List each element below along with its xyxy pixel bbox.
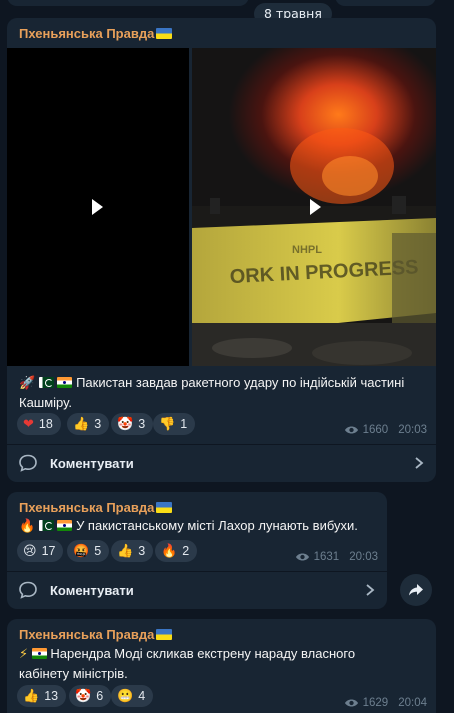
comment-bubble-icon bbox=[19, 581, 37, 599]
crying-face-icon: 😢 bbox=[23, 543, 37, 559]
ukraine-flag-icon bbox=[156, 502, 173, 513]
pakistan-flag-icon bbox=[38, 377, 54, 388]
reaction-fire[interactable]: 🔥 2 bbox=[155, 540, 198, 562]
channel-name[interactable]: Пхеньянська Правда bbox=[19, 627, 173, 643]
channel-name[interactable]: Пхеньянська Правда bbox=[19, 500, 173, 516]
comment-label: Коментувати bbox=[50, 582, 134, 598]
chevron-right-icon bbox=[366, 584, 375, 596]
reaction-heart[interactable]: ❤ 18 bbox=[17, 413, 61, 435]
chevron-right-icon bbox=[415, 457, 424, 469]
ukraine-flag-icon bbox=[156, 629, 173, 640]
thumbs-up-icon: 👍 bbox=[73, 416, 90, 432]
reaction-thumbs-down[interactable]: 👎 1 bbox=[153, 413, 196, 435]
channel-post[interactable]: Пхеньянська Правда ORK IN PROGRESS NHPL … bbox=[7, 18, 436, 482]
reaction-grimacing[interactable]: 😬 4 bbox=[111, 685, 154, 707]
previous-message-edge bbox=[0, 0, 454, 6]
post-time: 20:03 bbox=[398, 424, 427, 436]
thumbs-up-icon: 👍 bbox=[23, 688, 40, 704]
clown-icon: 🤡 bbox=[75, 688, 92, 704]
rocket-icon: 🚀 bbox=[19, 376, 36, 391]
svg-text:NHPL: NHPL bbox=[292, 244, 322, 256]
ukraine-flag-icon bbox=[156, 28, 173, 39]
reaction-thumbs-up[interactable]: 👍 13 bbox=[17, 685, 67, 707]
video-thumbnail[interactable]: ORK IN PROGRESS NHPL bbox=[192, 48, 436, 366]
eye-icon bbox=[344, 426, 358, 434]
heart-icon: ❤ bbox=[23, 416, 34, 432]
reaction-angry[interactable]: 🤬 5 bbox=[67, 540, 110, 562]
reaction-thumbs-up[interactable]: 👍 3 bbox=[111, 540, 154, 562]
post-text: ⚡ Нарендра Моді скликав екстрену нараду … bbox=[19, 646, 356, 681]
share-button[interactable] bbox=[400, 574, 432, 606]
post-meta: 1629 20:04 bbox=[344, 697, 427, 709]
comment-label: Коментувати bbox=[50, 455, 134, 471]
thumbs-up-icon: 👍 bbox=[117, 543, 134, 559]
play-icon[interactable] bbox=[92, 199, 103, 215]
channel-name-text: Пхеньянська Правда bbox=[19, 627, 155, 642]
reaction-clown[interactable]: 🤡 3 bbox=[111, 413, 154, 435]
post-time: 20:04 bbox=[398, 697, 427, 709]
view-count: 1629 bbox=[362, 697, 389, 709]
channel-name[interactable]: Пхеньянська Правда bbox=[19, 26, 173, 42]
post-meta: 1660 20:03 bbox=[344, 424, 427, 436]
india-flag-icon bbox=[57, 520, 73, 531]
india-flag-icon bbox=[57, 377, 73, 388]
reaction-crying[interactable]: 😢 17 bbox=[17, 540, 64, 562]
angry-face-icon: 🤬 bbox=[73, 543, 90, 559]
view-count: 1660 bbox=[362, 424, 389, 436]
thumbs-down-icon: 👎 bbox=[159, 416, 176, 432]
fire-icon: 🔥 bbox=[19, 519, 36, 534]
channel-name-text: Пхеньянська Правда bbox=[19, 26, 155, 41]
share-arrow-icon bbox=[409, 584, 423, 596]
reaction-clown[interactable]: 🤡 6 bbox=[69, 685, 112, 707]
channel-post[interactable]: Пхеньянська Правда 🔥 У пакистанському мі… bbox=[7, 492, 387, 609]
lightning-icon: ⚡ bbox=[19, 647, 29, 662]
comment-bubble-icon bbox=[19, 454, 37, 472]
fire-icon: 🔥 bbox=[161, 543, 178, 559]
eye-icon bbox=[344, 699, 358, 707]
post-time: 20:03 bbox=[349, 551, 378, 563]
channel-name-text: Пхеньянська Правда bbox=[19, 500, 155, 515]
comment-button[interactable]: Коментувати bbox=[7, 444, 436, 482]
post-text: 🔥 У пакистанському місті Лахор лунають в… bbox=[19, 518, 358, 534]
pakistan-flag-icon bbox=[38, 520, 54, 531]
india-flag-icon bbox=[31, 648, 47, 659]
reaction-thumbs-up[interactable]: 👍 3 bbox=[67, 413, 110, 435]
grimacing-face-icon: 😬 bbox=[117, 688, 134, 704]
post-text: 🚀 Пакистан завдав ракетного удару по інд… bbox=[19, 375, 405, 410]
post-meta: 1631 20:03 bbox=[295, 551, 378, 563]
eye-icon bbox=[295, 553, 309, 561]
clown-icon: 🤡 bbox=[117, 416, 134, 432]
view-count: 1631 bbox=[313, 551, 340, 563]
video-thumbnail[interactable] bbox=[7, 48, 189, 366]
comment-button[interactable]: Коментувати bbox=[7, 571, 387, 609]
play-icon[interactable] bbox=[310, 199, 321, 215]
channel-post[interactable]: Пхеньянська Правда ⚡ Нарендра Моді склик… bbox=[7, 619, 436, 713]
